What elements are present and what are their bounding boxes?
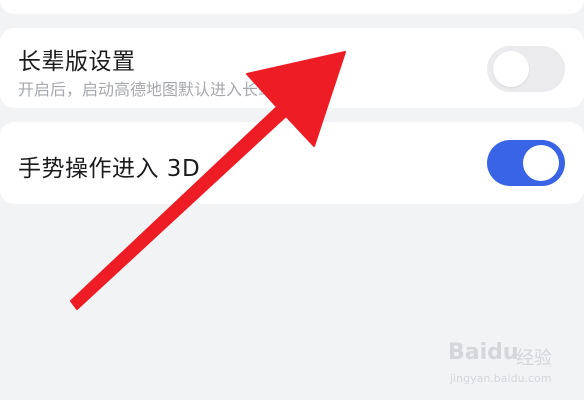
toggle-knob [523,145,559,181]
watermark-url: jingyan.baidu.com [450,372,552,385]
baidu-watermark: Baidu 经验 jingyan.baidu.com [448,340,578,390]
senior-mode-toggle[interactable] [487,46,565,92]
watermark-sub: 经验 [516,348,552,369]
senior-mode-description: 开启后，启动高德地图默认进入长辈版 [18,80,291,99]
senior-mode-title: 长辈版设置 [18,49,136,75]
watermark-logo: Baidu [448,340,519,365]
gesture-3d-title: 手势操作进入 3D [18,156,201,182]
toggle-knob [493,51,529,87]
previous-setting-card [0,0,584,14]
gesture-3d-toggle[interactable] [487,140,565,186]
gesture-3d-setting-row[interactable]: 手势操作进入 3D [0,122,584,204]
senior-mode-setting-row[interactable]: 长辈版设置 开启后，启动高德地图默认进入长辈版 [0,28,584,108]
